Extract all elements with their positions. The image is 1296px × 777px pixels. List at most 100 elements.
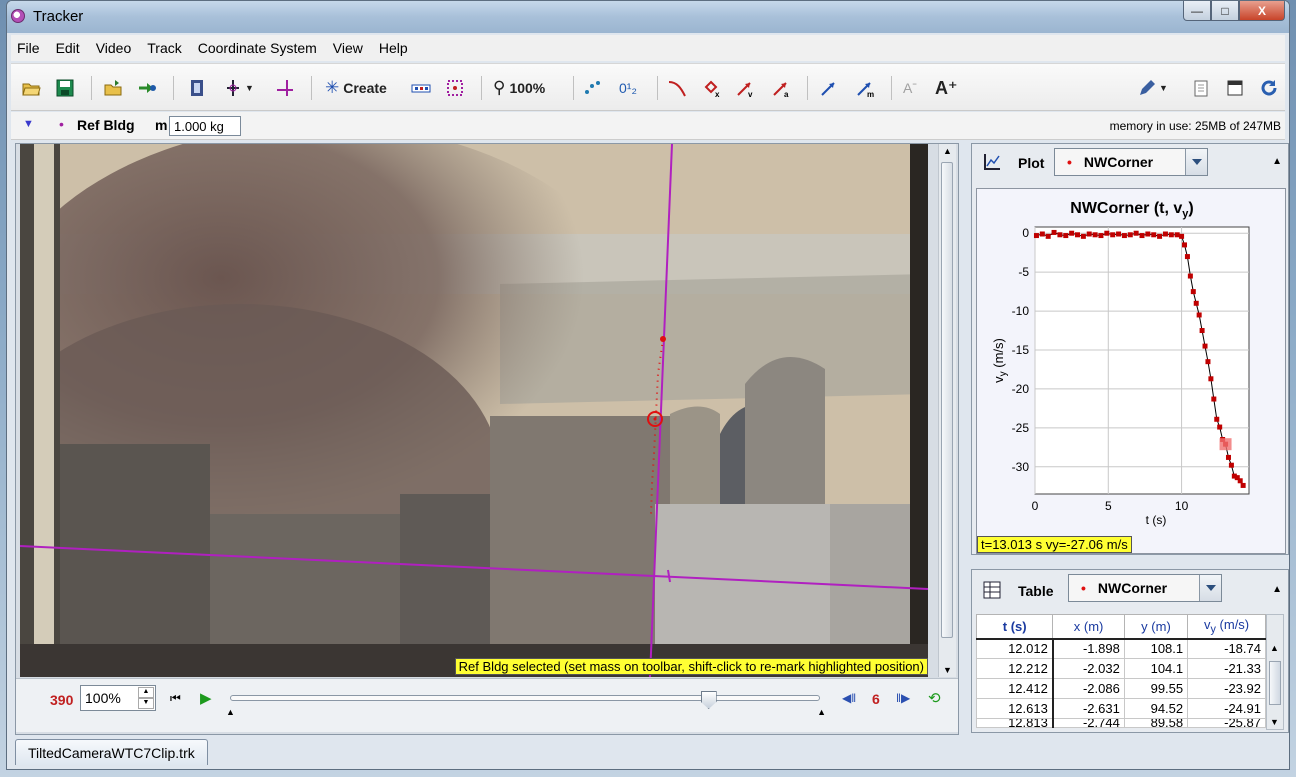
step-size[interactable]: 6 xyxy=(872,691,880,707)
spinner-up-icon[interactable]: ▲ xyxy=(138,687,154,698)
menu-file[interactable]: File xyxy=(17,40,40,56)
data-point[interactable] xyxy=(1145,231,1151,237)
table-row[interactable]: 12.212 -2.032 104.1 -21.33 xyxy=(975,658,1266,679)
column-header-y[interactable]: y (m) xyxy=(1123,614,1189,640)
refresh-button[interactable] xyxy=(1259,76,1279,100)
data-point[interactable] xyxy=(1069,230,1075,236)
data-point[interactable] xyxy=(1092,232,1098,238)
track-menu-arrow-icon[interactable]: ▼ xyxy=(23,118,34,130)
import-button[interactable] xyxy=(103,76,123,100)
column-header-vy[interactable]: vy (m/s) xyxy=(1187,614,1266,640)
drawing-tools-button[interactable]: ▼ xyxy=(1137,76,1168,100)
labels-button[interactable]: 0¹₂ xyxy=(619,76,637,100)
data-point[interactable] xyxy=(1225,454,1231,460)
data-point[interactable] xyxy=(1116,231,1122,237)
plot-frame[interactable] xyxy=(1034,226,1250,495)
zoom-spinner[interactable]: 100% ▲ ▼ xyxy=(80,685,156,711)
spinner-down-icon[interactable]: ▼ xyxy=(138,698,154,709)
close-button[interactable]: X xyxy=(1239,1,1285,21)
table-scroll-up-icon[interactable]: ▲ xyxy=(1270,643,1279,653)
play-button[interactable]: ▶ xyxy=(200,689,212,707)
clip-start-marker-icon[interactable]: ▲ xyxy=(226,707,235,717)
data-point[interactable] xyxy=(1098,233,1104,239)
clip-settings-button[interactable] xyxy=(187,76,207,100)
export-button[interactable] xyxy=(137,76,157,100)
table-collapse-icon[interactable]: ▲ xyxy=(1272,584,1282,595)
data-point[interactable] xyxy=(1240,482,1246,488)
momentum-button[interactable] xyxy=(819,76,839,100)
slider-thumb[interactable] xyxy=(700,691,717,709)
open-button[interactable] xyxy=(21,76,41,100)
create-track-button[interactable]: ✳ Create xyxy=(325,76,387,100)
save-button[interactable] xyxy=(55,76,75,100)
data-point[interactable] xyxy=(1196,312,1202,318)
menu-video[interactable]: Video xyxy=(96,40,132,56)
menu-coordinate-system[interactable]: Coordinate System xyxy=(198,40,317,56)
highlighted-point[interactable] xyxy=(1219,438,1232,451)
data-point[interactable] xyxy=(1193,300,1199,306)
axes-button[interactable] xyxy=(275,76,295,100)
path-button[interactable] xyxy=(667,76,687,100)
track-control-button[interactable] xyxy=(411,76,431,100)
data-point[interactable] xyxy=(1080,233,1086,239)
data-point[interactable] xyxy=(1187,273,1193,279)
track-name[interactable]: Ref Bldg xyxy=(77,117,135,133)
calibration-tools-button[interactable]: ▼ xyxy=(223,76,254,100)
clip-end-marker-icon[interactable]: ▲ xyxy=(817,707,826,717)
position-button[interactable]: x xyxy=(701,76,721,100)
data-point[interactable] xyxy=(1184,254,1190,260)
notes-button[interactable] xyxy=(1191,76,1211,100)
table-scrollbar[interactable]: ▲ ▼ xyxy=(1266,614,1284,730)
data-point[interactable] xyxy=(1182,242,1188,248)
title-bar[interactable]: Tracker — □ X xyxy=(7,1,1289,33)
drawing-dropdown-icon[interactable]: ▼ xyxy=(1159,83,1168,93)
center-of-mass-button[interactable]: m xyxy=(855,76,875,100)
data-point[interactable] xyxy=(1217,424,1223,430)
velocity-button[interactable]: v xyxy=(735,76,755,100)
step-forward-button[interactable]: ‖▶ xyxy=(896,691,910,705)
data-point[interactable] xyxy=(1208,376,1214,382)
zoom-button[interactable]: ⚲ 100% xyxy=(493,76,545,100)
data-point[interactable] xyxy=(1121,233,1127,239)
toggle-view-button[interactable] xyxy=(1225,76,1245,100)
plot-area[interactable]: NWCorner (t, vy) 0 5 10 0 -5 -10 -15 -20 -25 -30 t … xyxy=(976,188,1286,554)
plot-chart-icon[interactable] xyxy=(982,152,1002,172)
font-larger-button[interactable]: A⁺ xyxy=(935,76,958,100)
minimize-button[interactable]: — xyxy=(1183,1,1211,21)
step-back-button[interactable]: ◀‖ xyxy=(842,691,856,705)
data-point[interactable] xyxy=(1162,231,1168,237)
data-point[interactable] xyxy=(1039,231,1045,237)
column-header-t[interactable]: t (s) xyxy=(975,614,1054,640)
data-point[interactable] xyxy=(1214,416,1220,422)
table-row[interactable]: 12.012 -1.898 108.1 -18.74 xyxy=(975,638,1266,659)
scroll-thumb[interactable] xyxy=(941,162,953,638)
calibration-dropdown-icon[interactable]: ▼ xyxy=(245,83,254,93)
data-point[interactable] xyxy=(1104,230,1110,236)
data-point[interactable] xyxy=(1168,232,1174,238)
data-point[interactable] xyxy=(1110,232,1116,238)
velocity-chart[interactable]: NWCorner (t, vy) 0 5 10 0 -5 -10 -15 -20 -25 -30 t … xyxy=(977,189,1285,553)
video-frame[interactable]: Ref Bldg selected (set mass on toolbar, … xyxy=(20,144,928,677)
data-point[interactable] xyxy=(1133,230,1139,236)
data-point[interactable] xyxy=(1151,232,1157,238)
table-row[interactable]: 12.412 -2.086 99.55 -23.92 xyxy=(975,678,1266,699)
go-to-start-button[interactable]: ⏮ xyxy=(170,691,181,706)
plot-dropdown-icon[interactable] xyxy=(1185,149,1207,175)
loop-button[interactable]: ⟲ xyxy=(928,689,941,707)
plot-collapse-icon[interactable]: ▲ xyxy=(1272,156,1282,167)
table-scroll-down-icon[interactable]: ▼ xyxy=(1270,717,1279,727)
table-row[interactable]: 12.813 -2.744 89.58 -25.87 xyxy=(975,718,1266,728)
acceleration-button[interactable]: a xyxy=(771,76,791,100)
data-point[interactable] xyxy=(1086,231,1092,237)
trails-button[interactable] xyxy=(583,76,603,100)
data-point[interactable] xyxy=(1205,359,1211,365)
data-point[interactable] xyxy=(1127,232,1133,238)
table-track-selector[interactable]: • NWCorner xyxy=(1068,574,1222,602)
data-point[interactable] xyxy=(1057,232,1063,238)
data-point[interactable] xyxy=(1174,232,1180,238)
mass-field[interactable] xyxy=(169,116,241,136)
data-point[interactable] xyxy=(1190,289,1196,295)
data-point[interactable] xyxy=(1228,462,1234,468)
scroll-down-icon[interactable]: ▼ xyxy=(943,665,952,675)
data-point[interactable] xyxy=(1199,328,1205,334)
